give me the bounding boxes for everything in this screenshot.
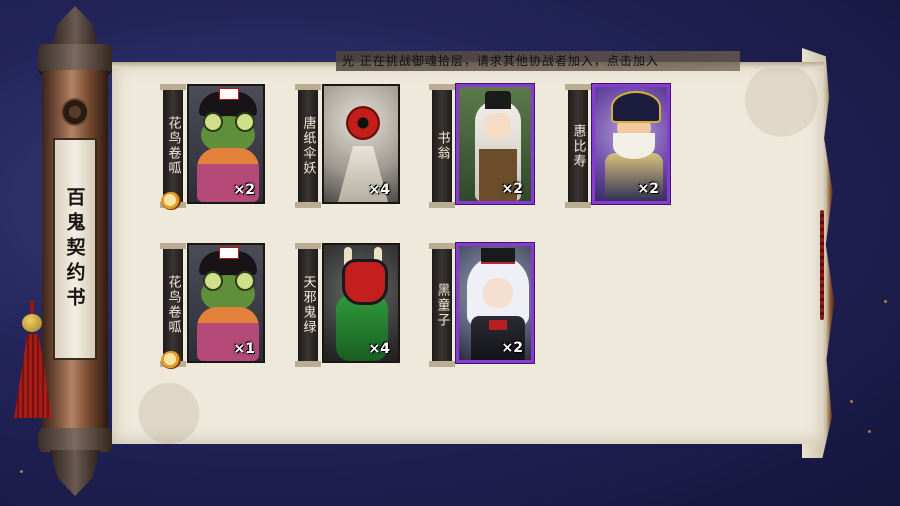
card-count: ×4 <box>368 341 390 357</box>
spark-decoration <box>868 430 871 433</box>
card-name: 唐纸伞妖 <box>300 116 316 176</box>
card-name: 花鸟卷呱 <box>165 116 181 176</box>
card-count: ×2 <box>501 181 523 197</box>
book-title: 百鬼契约书 <box>63 186 86 312</box>
card-name-bar: 唐纸伞妖 <box>295 84 321 208</box>
talisman-icon <box>161 192 181 210</box>
card-name-bar: 书翁 <box>429 84 455 208</box>
banner-prefix: 光 <box>342 54 356 68</box>
card-name-bar: 花鸟卷呱 <box>160 243 186 367</box>
card-portrait[interactable]: ×2 <box>592 84 670 204</box>
banner-text: 正在挑战御魂拾层，请求其他协战者加入，点击加入 <box>359 54 659 68</box>
card-count: ×2 <box>501 340 523 356</box>
card-portrait[interactable]: ×2 <box>187 84 265 204</box>
card-portrait[interactable]: ×1 <box>187 243 265 363</box>
card-count: ×4 <box>368 182 390 198</box>
spark-decoration <box>850 400 853 403</box>
card-count: ×1 <box>233 341 255 357</box>
card-name-bar: 黑童子 <box>429 243 455 367</box>
card-count: ×2 <box>233 182 255 198</box>
card-name-bar: 花鸟卷呱 <box>160 84 186 208</box>
spark-decoration <box>884 300 887 303</box>
challenge-invite-banner[interactable]: 光 正在挑战御魂拾层，请求其他协战者加入，点击加入 <box>336 51 740 71</box>
card-portrait[interactable]: ×4 <box>322 243 400 363</box>
card-name: 书翁 <box>434 131 450 161</box>
card-name: 天邪鬼绿 <box>300 275 316 335</box>
card-name: 惠比寿 <box>570 123 586 169</box>
bell-icon <box>22 314 42 332</box>
card-name: 黑童子 <box>434 282 450 328</box>
card-portrait[interactable]: ×4 <box>322 84 400 204</box>
book-title-plate: 百鬼契约书 <box>53 138 97 360</box>
card-count: ×2 <box>637 181 659 197</box>
card-portrait[interactable]: ×2 <box>456 84 534 204</box>
card-portrait[interactable]: ×2 <box>456 243 534 363</box>
tomoe-emblem-icon <box>61 98 89 126</box>
card-name-bar: 天邪鬼绿 <box>295 243 321 367</box>
red-bead-string <box>820 210 824 320</box>
card-name: 花鸟卷呱 <box>165 275 181 335</box>
spark-decoration <box>20 470 23 473</box>
roller-bottom-finial <box>50 450 100 496</box>
roller-bottom-cap <box>38 428 112 452</box>
card-name-bar: 惠比寿 <box>565 84 591 208</box>
talisman-icon <box>161 351 181 369</box>
